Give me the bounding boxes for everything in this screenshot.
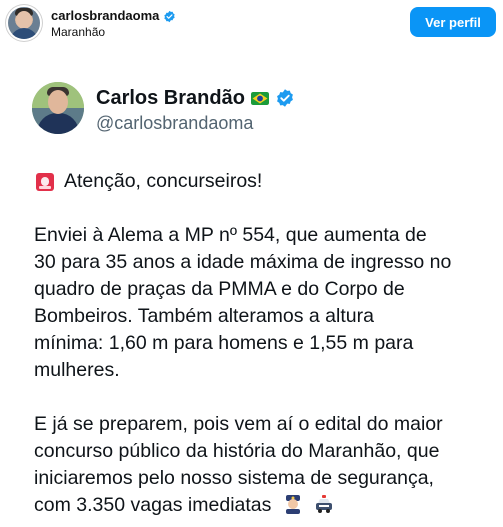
text-line: E já se preparem, pois vem aí o edital d… xyxy=(34,413,443,435)
police-car-icon xyxy=(316,495,333,513)
paragraph-1: Enviei à Alema a MP nº 554, que aumenta … xyxy=(34,222,494,384)
text-line: mínima: 1,60 m para homens e 1,55 m para xyxy=(34,332,414,354)
police-officer-icon xyxy=(285,495,300,514)
text-line: Enviei à Alema a MP nº 554, que aumenta … xyxy=(34,224,427,246)
instagram-header: carlosbrandaoma Maranhão Ver perfil xyxy=(0,0,503,48)
tweet-author-row: Carlos Brandão xyxy=(96,86,295,110)
verified-icon xyxy=(164,10,176,22)
profile-avatar[interactable] xyxy=(8,7,40,39)
tweet-display-name[interactable]: Carlos Brandão xyxy=(96,86,245,110)
username[interactable]: carlosbrandaoma xyxy=(51,8,159,24)
text-line: com 3.350 vagas imediatas xyxy=(34,494,272,516)
username-row[interactable]: carlosbrandaoma xyxy=(51,8,176,24)
tweet-avatar[interactable] xyxy=(32,82,84,134)
alert-text: Atenção, concurseiros! xyxy=(64,170,263,192)
location-label[interactable]: Maranhão xyxy=(51,25,105,40)
text-line: quadro de praças da PMMA e do Corpo de xyxy=(34,278,405,300)
text-line: concurso público da história do Maranhão… xyxy=(34,440,440,462)
verified-icon xyxy=(277,89,293,107)
text-line: mulheres. xyxy=(34,359,120,381)
text-line: 30 para 35 anos a idade máxima de ingres… xyxy=(34,251,452,273)
tweet-card: Carlos Brandão @carlosbrandaoma Atenção,… xyxy=(0,48,503,527)
text-line: iniciaremos pelo nosso sistema de segura… xyxy=(34,467,434,489)
brazil-flag-icon xyxy=(250,91,269,105)
siren-icon xyxy=(36,172,54,191)
view-profile-button[interactable]: Ver perfil xyxy=(410,7,496,37)
paragraph-2: E já se preparem, pois vem aí o edital d… xyxy=(34,411,494,519)
alert-line: Atenção, concurseiros! xyxy=(34,168,494,195)
text-line: Bombeiros. Também alteramos a altura xyxy=(34,305,374,327)
tweet-body: Atenção, concurseiros! Enviei à Alema a … xyxy=(34,168,494,519)
tweet-handle[interactable]: @carlosbrandaoma xyxy=(96,112,253,134)
